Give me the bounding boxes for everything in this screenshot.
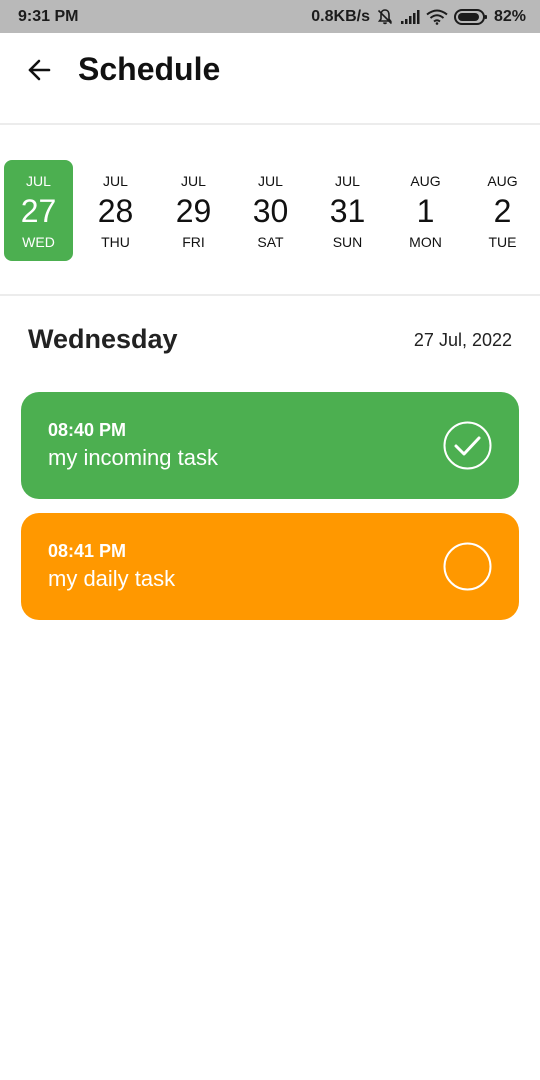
date-day: 31: [329, 193, 366, 229]
date-weekday: FRI: [182, 234, 205, 250]
date-day: 1: [416, 193, 435, 229]
empty-circle-icon[interactable]: [443, 542, 492, 591]
date-item-4[interactable]: JUL 31 SUN: [313, 160, 382, 261]
date-month: JUL: [258, 173, 283, 189]
date-weekday: SUN: [332, 234, 363, 250]
date-day: 29: [175, 193, 212, 229]
task-card[interactable]: 08:41 PM my daily task: [21, 513, 519, 620]
network-speed: 0.8KB/s: [311, 7, 370, 25]
day-heading: Wednesday: [28, 324, 178, 354]
wifi-icon: [426, 9, 448, 25]
check-circle-icon[interactable]: [443, 421, 492, 470]
day-date: 27 Jul, 2022: [413, 330, 512, 350]
date-item-2[interactable]: JUL 29 FRI: [159, 160, 228, 261]
app-bar: Schedule: [0, 33, 540, 125]
task-time: 08:41 PM: [48, 541, 127, 561]
date-day: 2: [493, 193, 512, 229]
battery-icon: [453, 8, 488, 26]
date-month: AUG: [410, 173, 441, 189]
task-title: my daily task: [48, 566, 176, 591]
status-time: 9:31 PM: [18, 7, 79, 25]
status-icons: 0.8KB/s 82%: [311, 8, 526, 26]
date-month: JUL: [181, 173, 206, 189]
back-button[interactable]: [24, 57, 54, 87]
date-item-5[interactable]: AUG 1 MON: [391, 160, 460, 261]
date-weekday: WED: [22, 234, 55, 250]
page-title: Schedule: [78, 51, 221, 87]
date-month: AUG: [487, 173, 518, 189]
arrow-left-icon: [26, 57, 52, 88]
mute-bell-icon: [376, 8, 394, 26]
task-card[interactable]: 08:40 PM my incoming task: [21, 392, 519, 499]
battery-level: 82%: [493, 7, 526, 25]
date-month: JUL: [335, 173, 360, 189]
date-day: 30: [252, 193, 289, 229]
date-weekday: TUE: [488, 234, 517, 250]
date-weekday: THU: [101, 234, 130, 250]
date-item-3[interactable]: JUL 30 SAT: [236, 160, 305, 261]
date-weekday: SAT: [257, 234, 284, 250]
date-weekday: MON: [409, 234, 442, 250]
signal-icon: [400, 9, 420, 25]
task-title: my incoming task: [48, 445, 218, 470]
date-day: 28: [97, 193, 134, 229]
date-strip: JUL 27 WED JUL 28 THU JUL 29 FRI JUL 30 …: [0, 150, 540, 270]
date-day: 27: [20, 193, 57, 229]
date-item-1[interactable]: JUL 28 THU: [81, 160, 150, 261]
date-month: JUL: [103, 173, 128, 189]
date-item-6[interactable]: AUG 2 TUE: [468, 160, 537, 261]
task-time: 08:40 PM: [48, 420, 127, 440]
date-month: JUL: [26, 173, 51, 189]
date-item-0[interactable]: JUL 27 WED: [4, 160, 73, 261]
status-bar: 9:31 PM 0.8KB/s 82%: [0, 0, 540, 33]
divider: [0, 294, 540, 296]
